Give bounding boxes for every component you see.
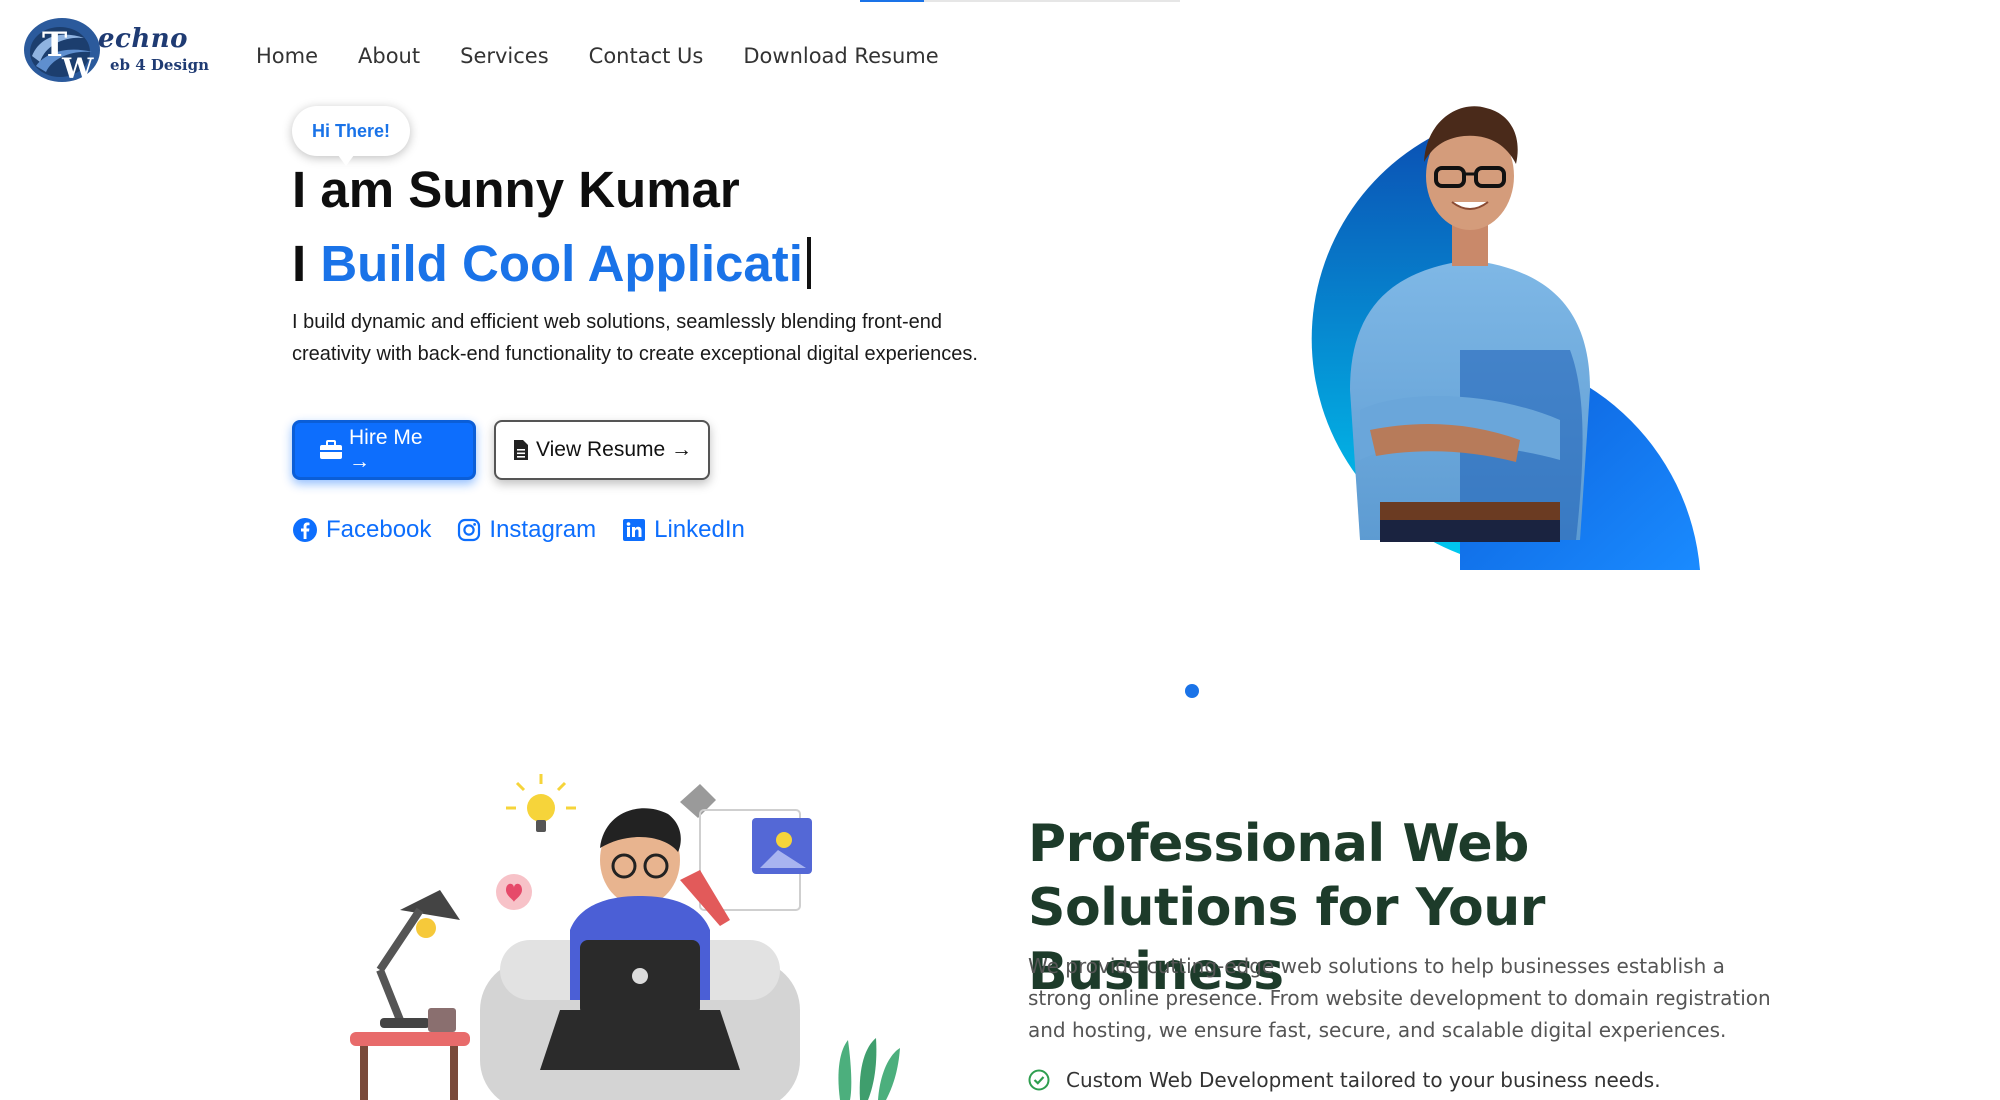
- hire-me-button[interactable]: Hire Me →: [292, 420, 476, 480]
- briefcase-icon: [320, 440, 342, 459]
- nav-download-resume[interactable]: Download Resume: [743, 44, 938, 68]
- hero-name-heading: I am Sunny Kumar: [292, 161, 740, 218]
- feature-item: Custom Web Development tailored to your …: [1028, 1068, 1661, 1092]
- document-icon: [514, 440, 528, 460]
- check-circle-icon: [1028, 1069, 1050, 1091]
- nav-contact[interactable]: Contact Us: [589, 44, 704, 68]
- facebook-label: Facebook: [326, 516, 432, 543]
- instagram-icon: [458, 518, 481, 542]
- nav-home[interactable]: Home: [256, 44, 318, 68]
- social-links: Facebook Instagram LinkedIn: [292, 516, 771, 544]
- logo-emblem-icon: T W: [24, 18, 100, 84]
- hero-typed-heading: I Build Cool Applicati: [292, 234, 811, 293]
- typing-caret: [806, 237, 811, 289]
- typed-prefix: I: [292, 235, 321, 292]
- site-header: T W echno eb 4 Design Home About Service…: [0, 0, 2000, 110]
- site-logo[interactable]: T W echno eb 4 Design: [22, 16, 212, 86]
- linkedin-link[interactable]: LinkedIn: [622, 516, 745, 544]
- svg-text:W: W: [61, 52, 94, 84]
- instagram-label: Instagram: [489, 516, 597, 543]
- logo-word-techno: echno: [98, 24, 189, 54]
- main-nav: Home About Services Contact Us Download …: [256, 44, 979, 68]
- linkedin-icon: [623, 519, 646, 541]
- linkedin-label: LinkedIn: [654, 516, 745, 543]
- hero-description: I build dynamic and efficient web soluti…: [292, 311, 978, 365]
- logo-word-design: eb 4 Design: [110, 56, 210, 74]
- carousel-indicator-dot[interactable]: [1185, 684, 1199, 698]
- instagram-link[interactable]: Instagram: [457, 516, 596, 544]
- view-resume-label: View Resume →: [536, 438, 693, 461]
- feature-text: Custom Web Development tailored to your …: [1066, 1068, 1661, 1092]
- hero-portrait-image: [1311, 106, 1700, 570]
- typed-highlight: Build Cool Applicati: [320, 235, 803, 292]
- nav-services[interactable]: Services: [460, 44, 549, 68]
- hire-me-label: Hire Me →: [349, 426, 423, 473]
- nav-about[interactable]: About: [358, 44, 420, 68]
- view-resume-button[interactable]: View Resume →: [494, 420, 710, 480]
- facebook-link[interactable]: Facebook: [292, 516, 431, 544]
- facebook-icon: [293, 518, 317, 542]
- developer-illustration-image: [350, 774, 900, 1100]
- hi-there-badge: Hi There!: [292, 106, 411, 166]
- solutions-description: We provide cutting-edge web solutions to…: [1028, 954, 1771, 1042]
